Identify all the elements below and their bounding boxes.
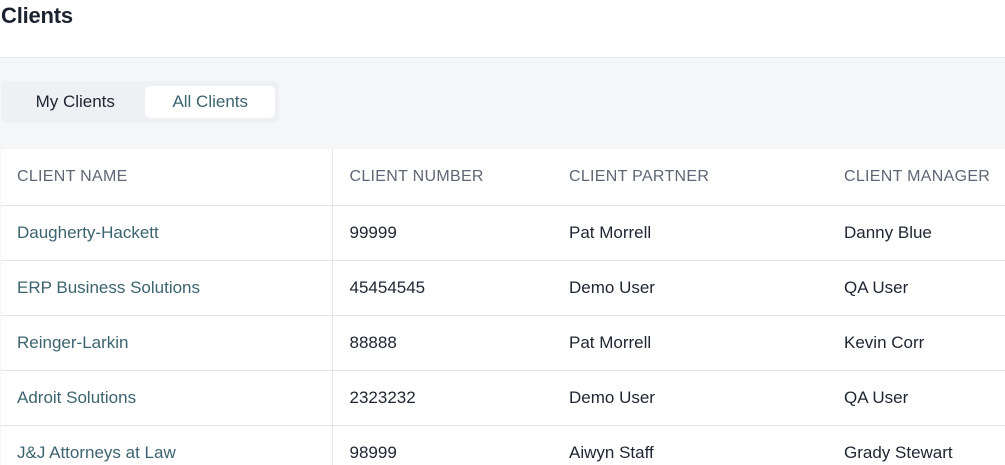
table-row[interactable]: Reinger-Larkin 88888 Pat Morrell Kevin C… xyxy=(1,315,1005,371)
client-number: 99999 xyxy=(332,205,553,261)
tab-all-clients[interactable]: All Clients xyxy=(145,86,275,118)
client-name-link[interactable]: ERP Business Solutions xyxy=(1,260,333,316)
client-partner: Demo User xyxy=(553,260,828,316)
client-number: 2323232 xyxy=(332,370,553,426)
client-manager: Danny Blue xyxy=(828,205,1005,261)
client-manager: QA User xyxy=(828,260,1005,316)
client-number: 45454545 xyxy=(332,260,553,316)
table-row[interactable]: Adroit Solutions 2323232 Demo User QA Us… xyxy=(1,370,1005,426)
client-partner: Aiwyn Staff xyxy=(553,425,828,465)
client-manager: QA User xyxy=(828,370,1005,426)
client-number: 88888 xyxy=(332,315,553,371)
clients-page: Clients My Clients All Clients CLIENT NA… xyxy=(0,0,1005,465)
clients-table: CLIENT NAME CLIENT NUMBER CLIENT PARTNER… xyxy=(1,149,1005,465)
client-name-link[interactable]: Reinger-Larkin xyxy=(1,315,333,371)
client-number: 98999 xyxy=(332,425,553,465)
client-manager: Grady Stewart xyxy=(828,425,1005,465)
client-name-link[interactable]: J&J Attorneys at Law xyxy=(1,425,333,465)
client-partner: Demo User xyxy=(553,370,828,426)
client-partner: Pat Morrell xyxy=(553,205,828,261)
client-manager: Kevin Corr xyxy=(828,315,1005,371)
table-header-row: CLIENT NAME CLIENT NUMBER CLIENT PARTNER… xyxy=(1,149,1005,206)
column-header-client-number[interactable]: CLIENT NUMBER xyxy=(332,149,553,206)
column-header-client-manager[interactable]: CLIENT MANAGER xyxy=(828,149,1005,206)
table-row[interactable]: Daugherty-Hackett 99999 Pat Morrell Dann… xyxy=(1,205,1005,261)
tab-my-clients[interactable]: My Clients xyxy=(5,86,145,118)
column-header-client-name[interactable]: CLIENT NAME xyxy=(1,149,333,206)
page-title: Clients xyxy=(1,3,73,28)
clients-table-container: CLIENT NAME CLIENT NUMBER CLIENT PARTNER… xyxy=(1,149,1005,465)
column-header-client-partner[interactable]: CLIENT PARTNER xyxy=(553,149,828,206)
page-header: Clients xyxy=(0,0,1005,58)
client-tabs: My Clients All Clients xyxy=(1,81,279,123)
table-row[interactable]: J&J Attorneys at Law 98999 Aiwyn Staff G… xyxy=(1,425,1005,465)
client-name-link[interactable]: Daugherty-Hackett xyxy=(1,205,333,261)
client-partner: Pat Morrell xyxy=(553,315,828,371)
main-content: My Clients All Clients CLIENT NAME CLIEN… xyxy=(0,58,1005,465)
table-row[interactable]: ERP Business Solutions 45454545 Demo Use… xyxy=(1,260,1005,316)
client-name-link[interactable]: Adroit Solutions xyxy=(1,370,333,426)
